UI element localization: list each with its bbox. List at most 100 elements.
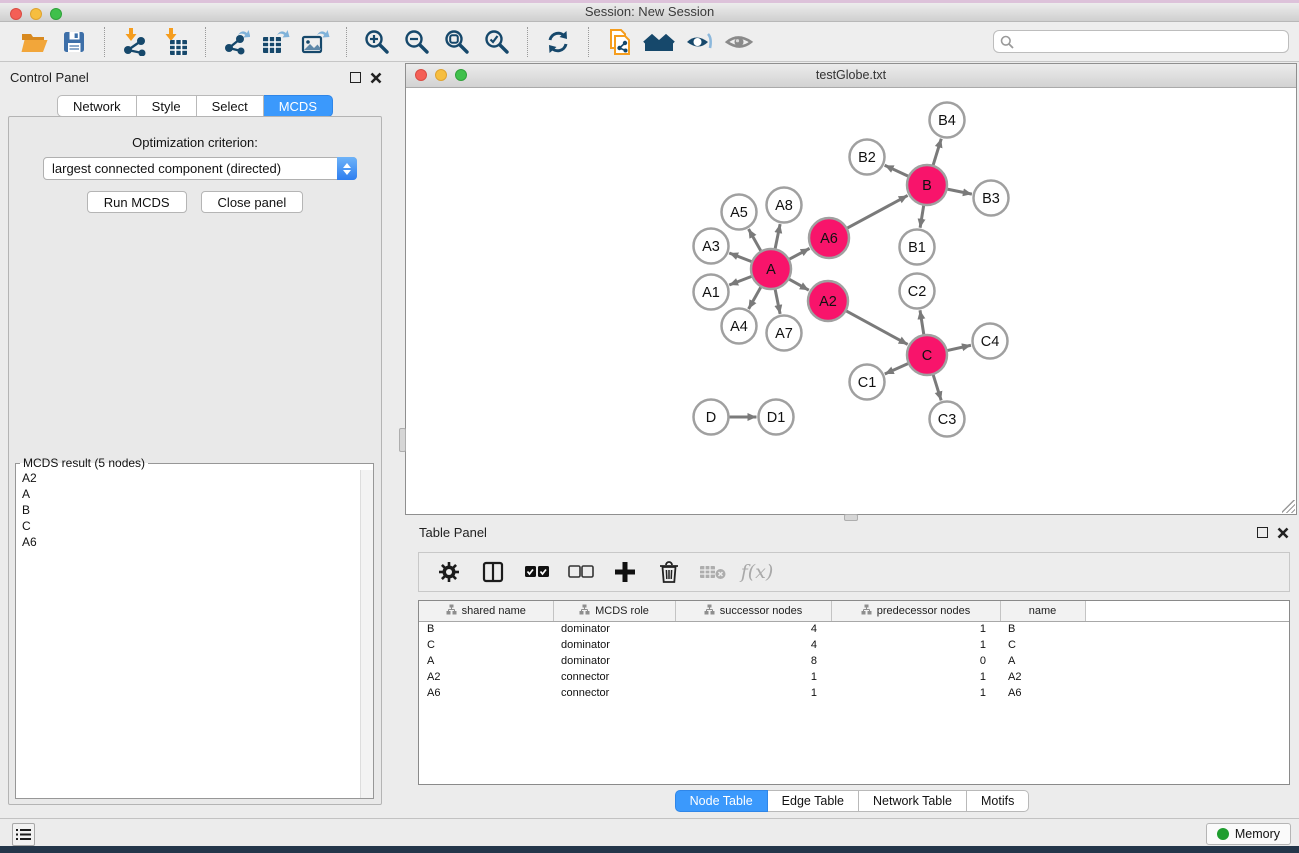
zoom-window-button[interactable] [50, 8, 62, 20]
open-session-button[interactable] [17, 26, 51, 58]
edge-C-C1[interactable] [885, 363, 909, 374]
column-header-name[interactable]: name [1000, 601, 1085, 621]
export-table-button[interactable] [259, 26, 293, 58]
edge-C-C4[interactable] [947, 345, 971, 350]
column-header-shared-name[interactable]: shared name [419, 601, 553, 621]
edge-A-A4[interactable] [749, 286, 762, 309]
result-item[interactable]: A [16, 486, 373, 502]
edge-B-B1[interactable] [920, 205, 924, 228]
edge-C-C3[interactable] [933, 374, 941, 400]
edge-C-C2[interactable] [920, 310, 924, 335]
network-window-titlebar[interactable]: testGlobe.txt [406, 64, 1296, 88]
node-A8[interactable]: A8 [767, 188, 802, 223]
import-network-button[interactable] [118, 26, 152, 58]
result-item[interactable]: A6 [16, 534, 373, 550]
result-list-scrollbar[interactable] [360, 470, 373, 798]
float-table-panel-icon[interactable] [1257, 527, 1268, 538]
node-C4[interactable]: C4 [973, 324, 1008, 359]
node-A1[interactable]: A1 [694, 275, 729, 310]
node-C2[interactable]: C2 [900, 274, 935, 309]
apply-layout-button[interactable] [541, 26, 575, 58]
edge-B-B2[interactable] [885, 165, 909, 176]
create-column-button[interactable] [608, 556, 642, 588]
table-row[interactable]: A6connector11A6 [419, 685, 1289, 701]
tab-node-table[interactable]: Node Table [675, 790, 768, 812]
edge-A6-B[interactable] [847, 195, 908, 228]
node-A[interactable]: A [751, 249, 791, 289]
node-A6[interactable]: A6 [809, 218, 849, 258]
node-B3[interactable]: B3 [974, 181, 1009, 216]
float-panel-icon[interactable] [350, 72, 361, 83]
edge-A-A6[interactable] [789, 248, 810, 259]
tab-network[interactable]: Network [57, 95, 137, 117]
close-panel-button[interactable]: Close panel [201, 191, 304, 213]
network-close-button[interactable] [415, 69, 427, 81]
table-row[interactable]: Adominator80A [419, 653, 1289, 669]
node-B[interactable]: B [907, 165, 947, 205]
show-columns-button[interactable] [476, 556, 510, 588]
close-window-button[interactable] [10, 8, 22, 20]
node-B1[interactable]: B1 [900, 230, 935, 265]
tab-motifs[interactable]: Motifs [967, 790, 1029, 812]
show-details-button[interactable] [722, 26, 756, 58]
save-session-button[interactable] [57, 26, 91, 58]
node-A2[interactable]: A2 [808, 281, 848, 321]
edge-B-B4[interactable] [933, 139, 941, 166]
deselect-all-button[interactable] [564, 556, 598, 588]
node-C1[interactable]: C1 [850, 365, 885, 400]
edge-A-A2[interactable] [788, 279, 808, 290]
edge-A-A1[interactable] [729, 276, 752, 285]
result-item[interactable]: C [16, 518, 373, 534]
zoom-fit-button[interactable] [440, 26, 474, 58]
tab-style[interactable]: Style [137, 95, 197, 117]
column-header-MCDS-role[interactable]: MCDS role [553, 601, 675, 621]
node-C[interactable]: C [907, 335, 947, 375]
column-header-successor-nodes[interactable]: successor nodes [675, 601, 831, 621]
node-A4[interactable]: A4 [722, 309, 757, 344]
network-canvas[interactable]: B4B2BB3A5A8A6A3AB1A1A2C2A4A7C4CC1DD1C3 [406, 88, 1296, 514]
edge-A-A8[interactable] [775, 224, 780, 249]
search-box[interactable] [993, 30, 1289, 53]
close-panel-icon[interactable] [370, 72, 382, 84]
export-image-button[interactable] [299, 26, 333, 58]
node-B4[interactable]: B4 [930, 103, 965, 138]
vertical-splitter-handle[interactable] [399, 428, 406, 452]
close-table-panel-icon[interactable] [1277, 527, 1289, 539]
node-B2[interactable]: B2 [850, 140, 885, 175]
network-zoom-button[interactable] [455, 69, 467, 81]
minimize-window-button[interactable] [30, 8, 42, 20]
tab-edge-table[interactable]: Edge Table [768, 790, 859, 812]
node-D[interactable]: D [694, 400, 729, 435]
column-header-predecessor-nodes[interactable]: predecessor nodes [831, 601, 1000, 621]
table-row[interactable]: A2connector11A2 [419, 669, 1289, 685]
select-all-button[interactable] [520, 556, 554, 588]
criterion-select[interactable]: largest connected component (directed) [43, 157, 357, 180]
run-mcds-button[interactable]: Run MCDS [87, 191, 187, 213]
table-row[interactable]: Bdominator41B [419, 621, 1289, 637]
edge-A2-C[interactable] [846, 311, 908, 345]
zoom-in-button[interactable] [360, 26, 394, 58]
node-D1[interactable]: D1 [759, 400, 794, 435]
edge-A-A7[interactable] [775, 289, 780, 314]
delete-column-button[interactable] [652, 556, 686, 588]
edge-B-B3[interactable] [947, 189, 972, 194]
node-A7[interactable]: A7 [767, 316, 802, 351]
tab-select[interactable]: Select [197, 95, 264, 117]
memory-button[interactable]: Memory [1206, 823, 1291, 845]
hide-details-button[interactable] [682, 26, 716, 58]
import-table-button[interactable] [158, 26, 192, 58]
resize-grip[interactable] [1282, 500, 1295, 513]
show-task-history-button[interactable] [12, 823, 35, 846]
node-C3[interactable]: C3 [930, 402, 965, 437]
table-settings-button[interactable] [432, 556, 466, 588]
zoom-selected-button[interactable] [480, 26, 514, 58]
tab-network-table[interactable]: Network Table [859, 790, 967, 812]
edge-A-A3[interactable] [729, 253, 752, 262]
home-view-button[interactable] [642, 26, 676, 58]
edge-A-A5[interactable] [749, 229, 762, 252]
tab-mcds[interactable]: MCDS [264, 95, 333, 117]
zoom-out-button[interactable] [400, 26, 434, 58]
network-graph[interactable]: B4B2BB3A5A8A6A3AB1A1A2C2A4A7C4CC1DD1C3 [406, 88, 1296, 514]
table-row[interactable]: Cdominator41C [419, 637, 1289, 653]
result-item[interactable]: B [16, 502, 373, 518]
